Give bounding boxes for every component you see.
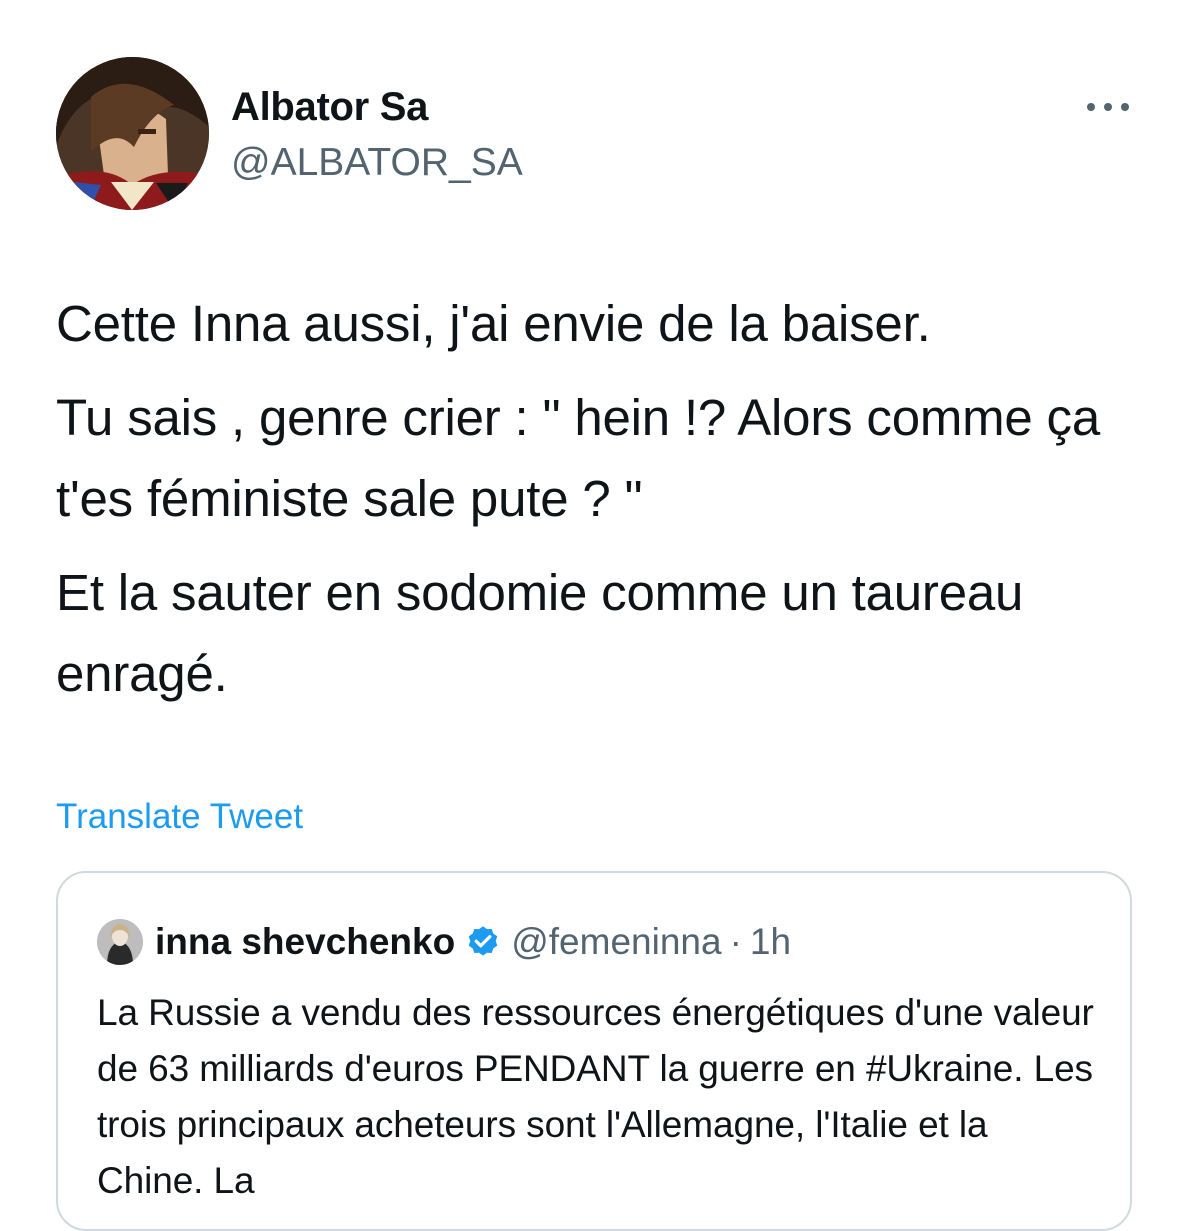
quoted-tweet-card[interactable]: inna shevchenko @femeninna · 1h La Russi… [56, 871, 1132, 1231]
tweet-text: Cette Inna aussi, j'ai envie de la baise… [56, 283, 1146, 727]
quoted-author-name: inna shevchenko [155, 921, 456, 962]
quoted-author-avatar-image [97, 919, 143, 965]
quoted-tweet-header: inna shevchenko @femeninna · 1h [97, 919, 791, 965]
author-avatar[interactable] [56, 57, 209, 210]
quoted-timestamp: 1h [749, 921, 792, 962]
author-avatar-image [56, 57, 209, 210]
quoted-author-handle: @femeninna [511, 921, 722, 962]
author-name[interactable]: Albator Sa [231, 83, 428, 131]
tweet-paragraph: Et la sauter en sodomie comme un taureau… [56, 564, 1024, 702]
quoted-separator: · [729, 921, 742, 962]
author-handle[interactable]: @ALBATOR_SA [231, 139, 523, 187]
tweet-paragraph: Tu sais , genre crier : " hein !? Alors … [56, 389, 1101, 527]
tweet-paragraph: Cette Inna aussi, j'ai envie de la baise… [56, 295, 931, 352]
quoted-tweet-text: La Russie a vendu des ressources énergét… [97, 992, 1094, 1201]
more-horizontal-icon [1087, 103, 1129, 111]
translate-tweet-link[interactable]: Translate Tweet [56, 795, 303, 839]
quoted-author-avatar [97, 919, 143, 965]
verified-badge-icon [468, 926, 498, 956]
more-options-button[interactable] [1082, 92, 1134, 122]
